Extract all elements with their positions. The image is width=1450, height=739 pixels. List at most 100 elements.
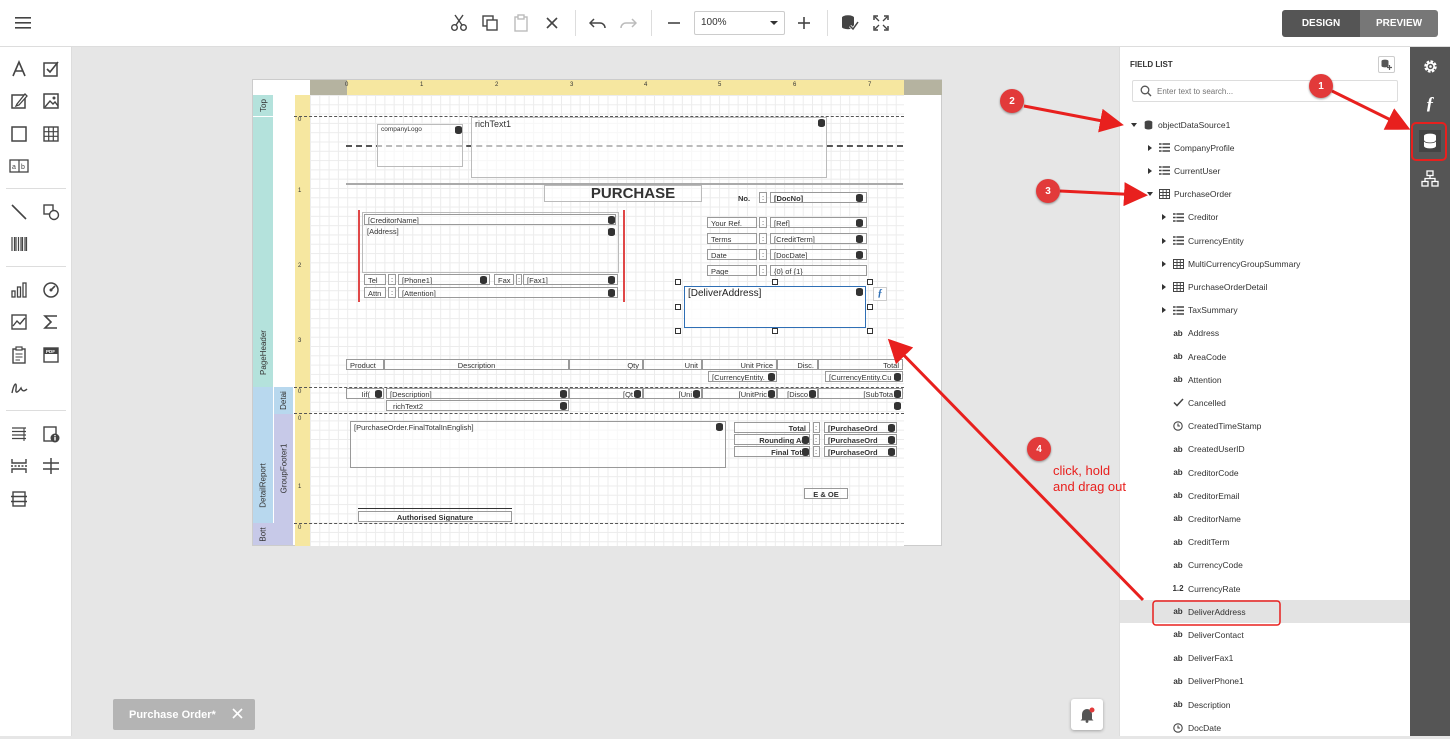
- expand-icon[interactable]: [1160, 283, 1168, 290]
- report-title[interactable]: PURCHASE: [544, 185, 702, 202]
- attention-field[interactable]: [Attention]: [398, 287, 618, 298]
- sparkline-tool-icon[interactable]: [8, 311, 30, 333]
- resize-handle[interactable]: [675, 279, 681, 285]
- resize-handle[interactable]: [772, 279, 778, 285]
- expand-icon[interactable]: [1160, 260, 1168, 267]
- field-item-creditoremail[interactable]: ab CreditorEmail: [1120, 484, 1411, 507]
- expand-icon[interactable]: [1160, 307, 1168, 314]
- pdf-content-tool-icon[interactable]: PDF: [40, 344, 62, 366]
- collapse-icon[interactable]: [1130, 122, 1138, 127]
- report-explorer-icon[interactable]: [1419, 167, 1441, 189]
- subreport-tool-icon[interactable]: [8, 344, 30, 366]
- signature-tool-icon[interactable]: [8, 377, 30, 399]
- expand-icon[interactable]: [1146, 167, 1154, 174]
- cut-icon[interactable]: [448, 12, 470, 34]
- field-item-multicurrencygroupsummary[interactable]: MultiCurrencyGroupSummary: [1120, 252, 1411, 275]
- expand-icon[interactable]: [1160, 237, 1168, 244]
- resize-handle[interactable]: [772, 328, 778, 334]
- field-item-creditterm[interactable]: ab CreditTerm: [1120, 531, 1411, 554]
- docno-field[interactable]: [DocNo]: [770, 192, 867, 203]
- ref-field[interactable]: [Ref]: [770, 217, 867, 228]
- deliver-address-field[interactable]: [DeliverAddress]: [684, 286, 866, 328]
- detail-description-field[interactable]: [Description]: [386, 388, 569, 399]
- currency-entity-field[interactable]: [CurrencyEntity.: [708, 371, 777, 382]
- shape-tool-icon[interactable]: [40, 201, 62, 223]
- label-tool-icon[interactable]: [8, 58, 30, 80]
- field-item-address[interactable]: ab Address: [1120, 322, 1411, 345]
- field-item-creditorcode[interactable]: ab CreditorCode: [1120, 461, 1411, 484]
- close-icon[interactable]: [232, 708, 243, 719]
- company-logo-box[interactable]: companyLogo: [377, 124, 463, 167]
- richtext-tool-icon[interactable]: [8, 90, 30, 112]
- field-item-deliveraddress[interactable]: ab DeliverAddress: [1120, 600, 1411, 624]
- gauge-tool-icon[interactable]: [40, 279, 62, 301]
- undo-icon[interactable]: [587, 12, 609, 34]
- field-item-currencyrate[interactable]: 1.2 CurrencyRate: [1120, 577, 1411, 600]
- resize-handle[interactable]: [867, 304, 873, 310]
- field-item-deliverfax1[interactable]: ab DeliverFax1: [1120, 647, 1411, 670]
- pagebreak-tool-icon[interactable]: [8, 455, 30, 477]
- toc-tool-icon[interactable]: [8, 423, 30, 445]
- delete-icon[interactable]: [541, 12, 563, 34]
- po-final-total-field[interactable]: [PurchaseOrd: [824, 446, 897, 457]
- expressions-icon[interactable]: ƒ: [1419, 92, 1441, 114]
- expression-icon[interactable]: ƒ: [873, 287, 887, 301]
- field-item-objectdatasource1[interactable]: objectDataSource1: [1120, 113, 1411, 136]
- field-item-areacode[interactable]: ab AreaCode: [1120, 345, 1411, 368]
- line-tool-icon[interactable]: [8, 201, 30, 223]
- credit-term-field[interactable]: [CreditTerm]: [770, 233, 867, 244]
- collapse-icon[interactable]: [1146, 192, 1154, 197]
- redo-icon[interactable]: [617, 12, 639, 34]
- expand-icon[interactable]: [1160, 214, 1168, 221]
- expand-icon[interactable]: [1146, 144, 1154, 151]
- field-item-createduserid[interactable]: ab CreatedUserID: [1120, 438, 1411, 461]
- creditor-name-field[interactable]: [CreditorName]: [364, 214, 616, 225]
- copy-icon[interactable]: [479, 12, 501, 34]
- band-detail-label[interactable]: Detai: [273, 387, 293, 414]
- final-total-english-field[interactable]: [PurchaseOrder.FinalTotalInEnglish]: [350, 421, 726, 468]
- band-detailreport-label[interactable]: DetailReport: [253, 387, 273, 523]
- resize-handle[interactable]: [867, 279, 873, 285]
- zoom-select[interactable]: 100%: [694, 11, 785, 35]
- picture-tool-icon[interactable]: [40, 90, 62, 112]
- barcode-tool-icon[interactable]: [8, 233, 30, 255]
- detail-unitprice-field[interactable]: [UnitPric: [702, 388, 777, 399]
- notification-button[interactable]: [1071, 699, 1103, 730]
- preview-tab[interactable]: PREVIEW: [1360, 10, 1438, 37]
- band-top-label[interactable]: Top: [253, 95, 273, 117]
- field-item-purchaseorderdetail[interactable]: PurchaseOrderDetail: [1120, 275, 1411, 298]
- summary-tool-icon[interactable]: [40, 311, 62, 333]
- field-item-description[interactable]: ab Description: [1120, 693, 1411, 716]
- phone1-field[interactable]: [Phone1]: [398, 274, 490, 285]
- fullscreen-icon[interactable]: [870, 12, 892, 34]
- zoom-in-icon[interactable]: [793, 12, 815, 34]
- table-tool-icon[interactable]: [40, 123, 62, 145]
- crossband-box-tool-icon[interactable]: [8, 488, 30, 510]
- checkbox-tool-icon[interactable]: [40, 58, 62, 80]
- field-item-cancelled[interactable]: Cancelled: [1120, 391, 1411, 414]
- properties-gear-icon[interactable]: [1419, 55, 1441, 77]
- paste-icon[interactable]: [510, 12, 532, 34]
- resize-handle[interactable]: [867, 328, 873, 334]
- field-item-currentuser[interactable]: CurrentUser: [1120, 159, 1411, 182]
- field-item-delivercontact[interactable]: ab DeliverContact: [1120, 623, 1411, 646]
- resize-handle[interactable]: [675, 328, 681, 334]
- panel-tool-icon[interactable]: [8, 123, 30, 145]
- band-pageheader-label[interactable]: PageHeader: [253, 117, 273, 387]
- field-item-currencyentity[interactable]: CurrencyEntity: [1120, 229, 1411, 252]
- menu-icon[interactable]: [12, 12, 34, 34]
- po-rounding-field[interactable]: [PurchaseOrd: [824, 434, 897, 445]
- zoom-out-icon[interactable]: [663, 12, 685, 34]
- doc-date-field[interactable]: [DocDate]: [770, 249, 867, 260]
- address-field[interactable]: [Address]: [367, 227, 399, 236]
- band-bottom-label[interactable]: Bott: [253, 523, 293, 545]
- field-search-input[interactable]: [1157, 84, 1387, 98]
- document-tab[interactable]: Purchase Order*: [113, 699, 255, 730]
- field-search-box[interactable]: [1132, 80, 1398, 102]
- add-datasource-icon[interactable]: [1378, 56, 1395, 73]
- richtext2-box[interactable]: richText2: [386, 400, 569, 411]
- validate-bindings-icon[interactable]: [839, 12, 861, 34]
- page-info-field[interactable]: {0} of {1}: [770, 265, 867, 276]
- field-item-purchaseorder[interactable]: PurchaseOrder: [1120, 183, 1411, 206]
- resize-handle[interactable]: [675, 304, 681, 310]
